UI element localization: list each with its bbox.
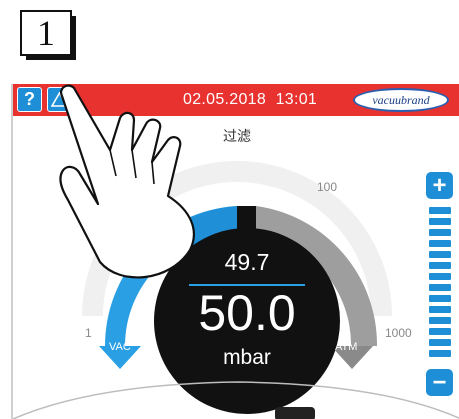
slider-segment <box>429 240 451 247</box>
setpoint-value: 49.7 <box>224 249 270 275</box>
plus-icon: + <box>432 171 447 199</box>
scale-label-max: 1000 <box>385 326 412 340</box>
slider-segment <box>429 229 451 236</box>
pressure-unit: mbar <box>223 346 271 369</box>
step-number: 1 <box>37 13 55 53</box>
scale-label-min: 1 <box>85 326 92 340</box>
slider-segment <box>429 306 451 313</box>
slider-segment <box>429 350 451 357</box>
slider-segment <box>429 317 451 324</box>
slider-segment <box>429 284 451 291</box>
increase-button[interactable]: + <box>426 172 453 199</box>
minus-icon: − <box>432 368 447 396</box>
slider-segment <box>429 218 451 225</box>
slider-segment <box>429 328 451 335</box>
scale-label-mid: 100 <box>317 180 338 194</box>
slider-segment <box>429 339 451 346</box>
decrease-button[interactable]: − <box>426 369 453 396</box>
slider-segment <box>429 262 451 269</box>
pressure-slider[interactable] <box>429 207 451 361</box>
device-screen: ? 02.05.2018 13:01 vacuubrand 过滤 100 1 1… <box>11 84 459 419</box>
atm-label: ATM <box>335 341 358 353</box>
step-number-box: 1 <box>20 10 76 60</box>
vac-label: VAC <box>109 341 131 353</box>
bottom-tab <box>275 407 315 419</box>
pressure-value: 50.0 <box>198 285 296 341</box>
slider-segment <box>429 273 451 280</box>
slider-segment <box>429 251 451 258</box>
slider-segment <box>429 207 451 214</box>
slider-segment <box>429 295 451 302</box>
